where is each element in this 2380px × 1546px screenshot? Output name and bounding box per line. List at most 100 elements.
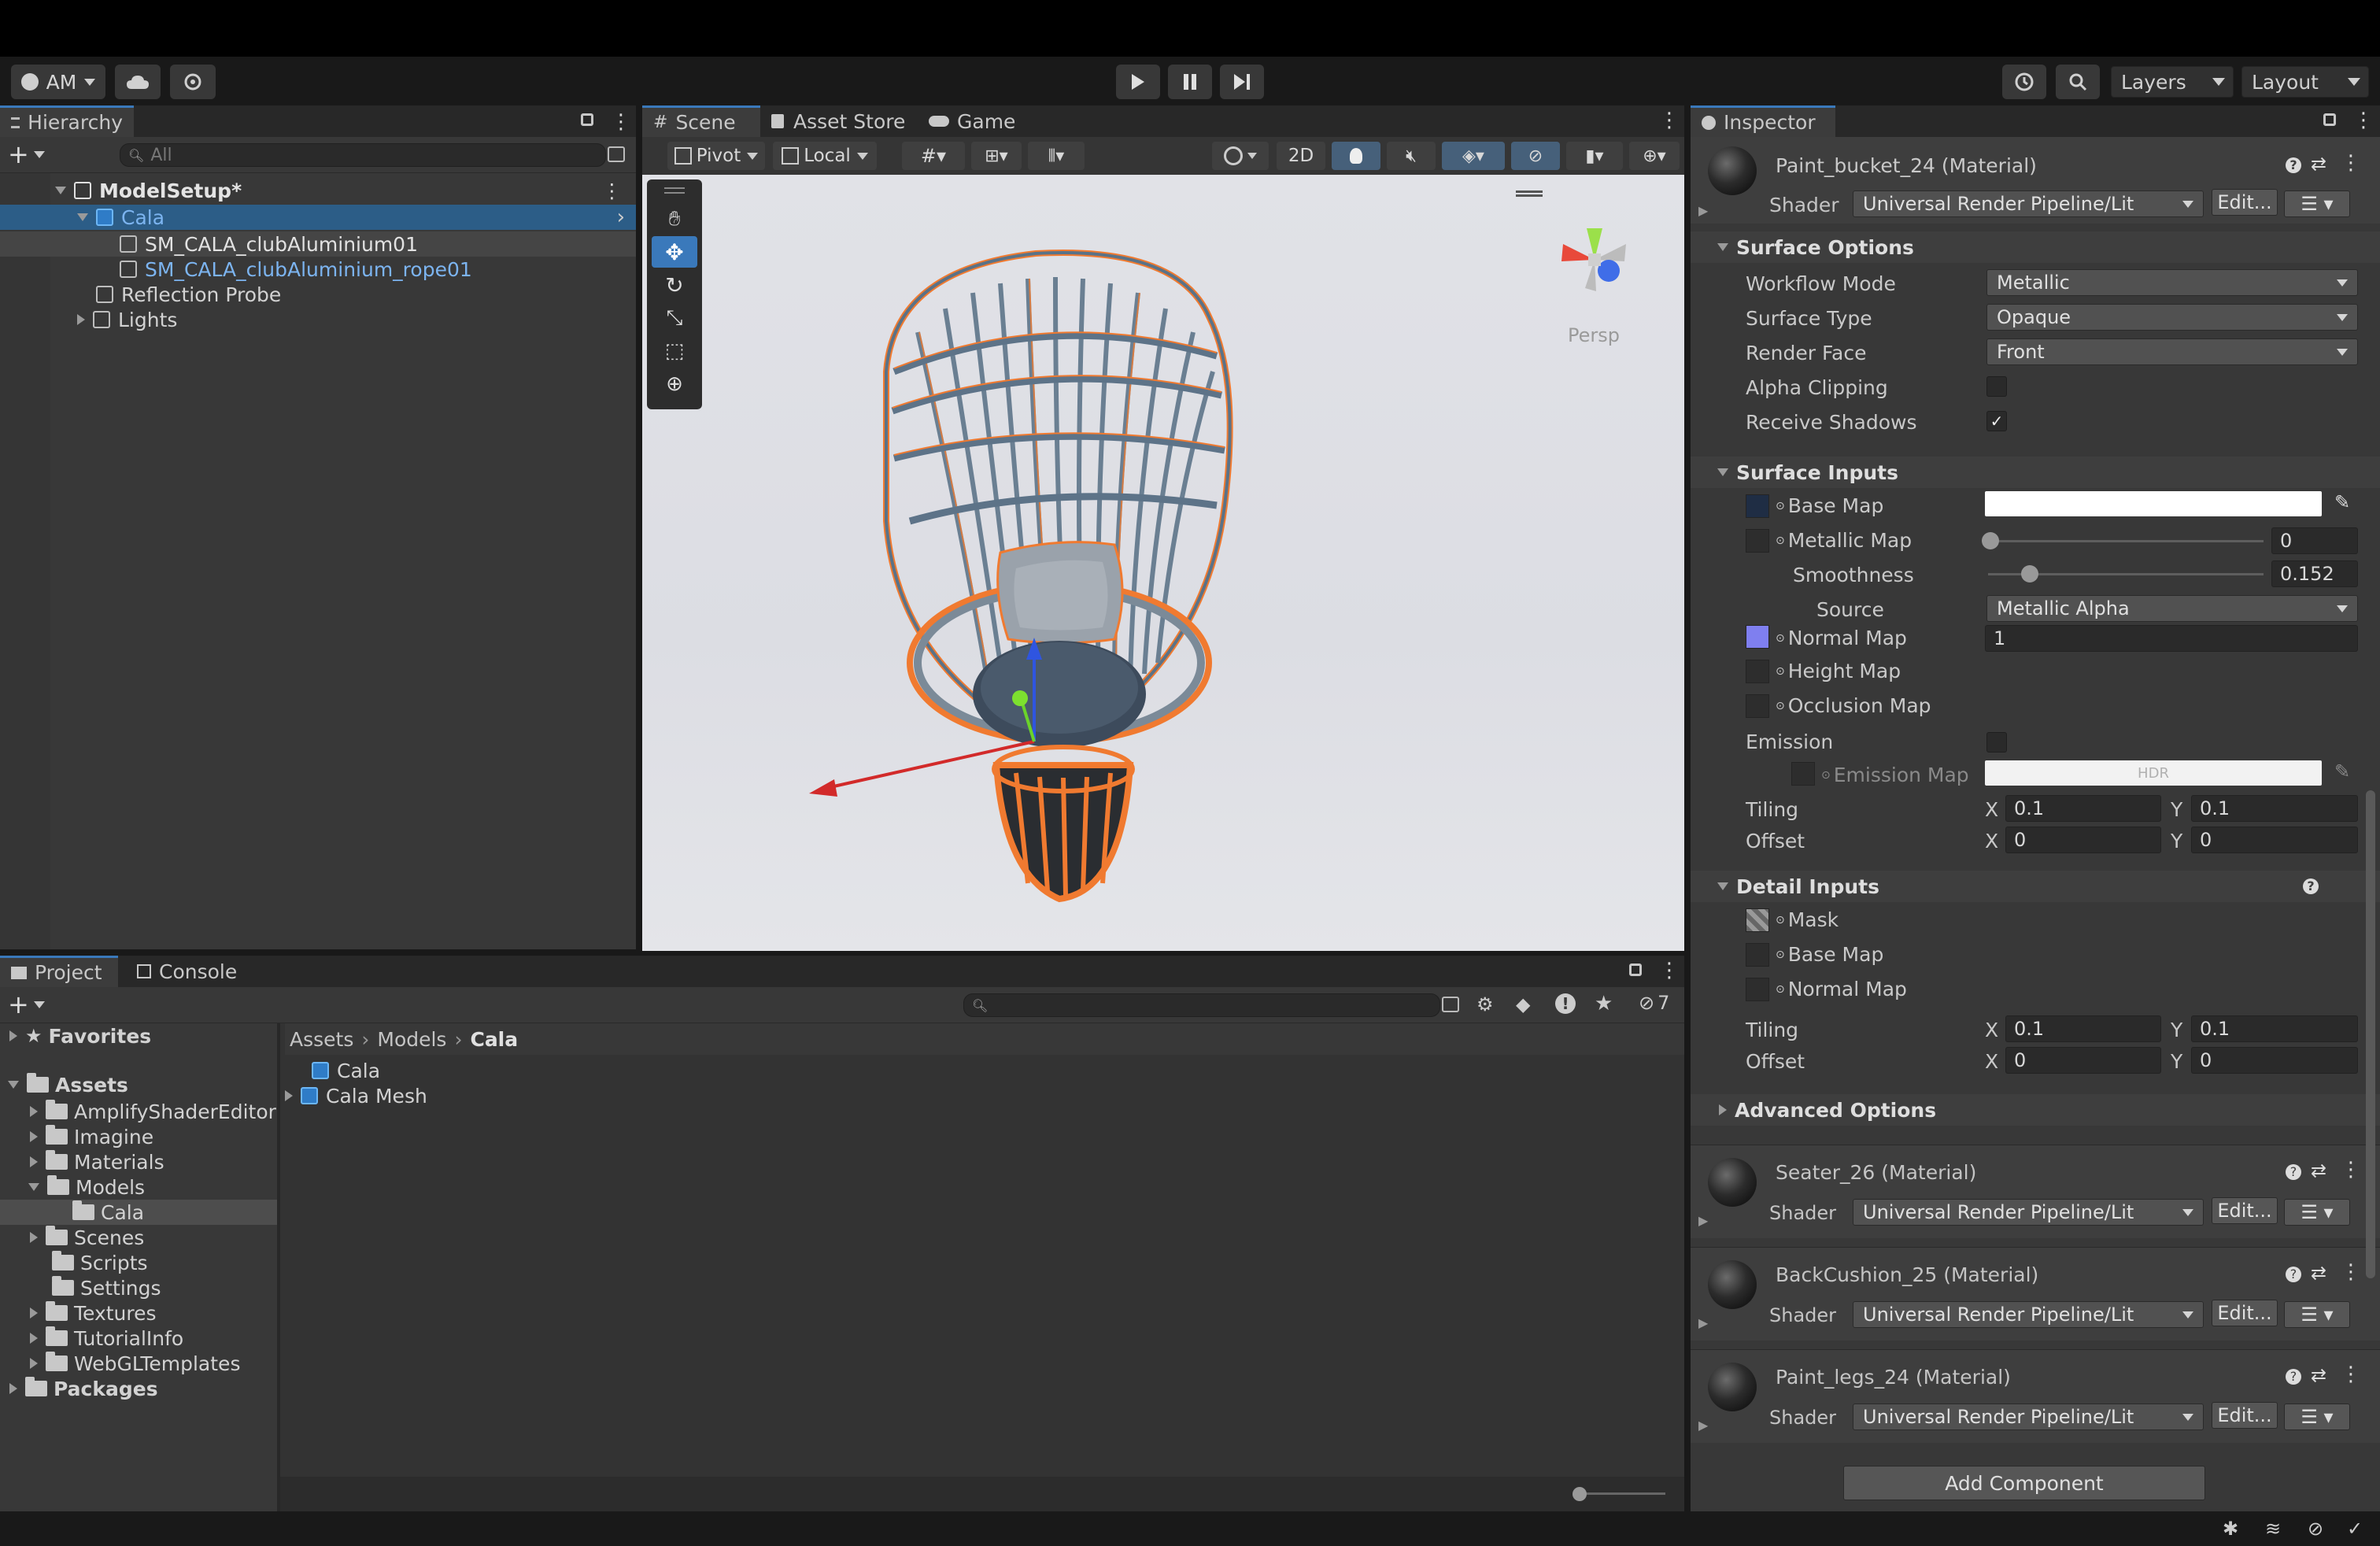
eyedropper-icon[interactable]: ✎ [2334,491,2350,513]
local-dropdown[interactable]: Local [773,142,877,170]
height-map-texture-slot[interactable] [1746,660,1769,683]
hidden-packages-toggle[interactable]: ⊘ 7 [1639,992,1669,1014]
filter-by-label-icon[interactable]: ◆ [1516,993,1530,1015]
folder-tutorialinfo[interactable]: TutorialInfo [0,1326,183,1351]
folder-textures[interactable]: Textures [0,1300,157,1326]
folder-scenes[interactable]: Scenes [0,1225,144,1250]
pause-button[interactable] [1168,65,1212,99]
chair-model[interactable] [800,222,1398,946]
folder-imagine[interactable]: Imagine [0,1124,153,1149]
material-options-button[interactable]: ☰ ▾ [2284,1404,2350,1430]
folder-amplify[interactable]: AmplifyShaderEditor [0,1099,276,1124]
create-asset-button[interactable]: + [8,989,52,1019]
favorites-star-icon[interactable]: ★ [1595,992,1613,1015]
surface-type-dropdown[interactable]: Opaque [1986,304,2358,331]
tab-scene[interactable]: # Scene [642,105,760,137]
folder-cala[interactable]: Cala [0,1200,277,1225]
asset-item-cala-mesh[interactable]: Cala Mesh [280,1083,427,1108]
breadcrumb-cala[interactable]: Cala [470,1028,518,1051]
tab-inspector[interactable]: Inspector [1691,105,1835,137]
surface-inputs-header[interactable]: Surface Inputs [1691,457,2380,488]
edit-shader-button[interactable]: Edit... [2212,189,2278,216]
folder-webgltemplates[interactable]: WebGLTemplates [0,1351,240,1376]
edit-shader-button[interactable]: Edit... [2212,1402,2278,1429]
scene-visibility-icon[interactable] [608,146,625,162]
preset-icon[interactable]: ⇄ [2311,1160,2326,1182]
foldout-arrow-icon[interactable]: ▶ [1698,203,1708,218]
eyedropper-icon[interactable]: ✎ [2334,760,2350,782]
tab-game[interactable]: Game [918,105,1058,137]
base-map-color-field[interactable] [1985,491,2322,516]
emission-map-texture-slot[interactable] [1791,762,1815,786]
asset-item-cala[interactable]: Cala [304,1058,380,1083]
hand-tool-button[interactable]: ✋︎ [652,203,697,235]
grid-snap-button[interactable]: #▾ [902,142,965,170]
pivot-dropdown[interactable]: Pivot [667,142,765,170]
more-options-icon[interactable]: ⋮ [2341,1260,2361,1284]
breadcrumb-assets[interactable]: Assets [290,1028,353,1051]
advanced-options-header[interactable]: Advanced Options [1691,1094,2380,1126]
hierarchy-search-input[interactable]: 🔍︎ All [120,143,606,167]
lock-icon[interactable] [1629,963,1642,976]
normal-map-texture-slot[interactable] [1746,625,1769,649]
rotate-tool-button[interactable]: ↻ [652,269,697,301]
shader-dropdown[interactable]: Universal Render Pipeline/Lit [1853,1199,2204,1226]
emission-checkbox[interactable] [1986,732,2007,753]
step-button[interactable] [1220,65,1264,99]
detail-tiling-x-field[interactable]: 0.1 [2005,1015,2161,1042]
orientation-gizmo[interactable] [1547,213,1642,307]
more-options-icon[interactable]: ⋮ [611,110,631,134]
help-icon[interactable]: ? [2286,1369,2301,1385]
help-icon[interactable]: ? [2286,157,2301,173]
audio-toggle[interactable]: 🔇︎ [1387,142,1436,170]
filter-by-type-icon[interactable]: ⚙ [1476,993,1494,1015]
shader-dropdown[interactable]: Universal Render Pipeline/Lit [1853,1404,2204,1430]
draw-mode-button[interactable] [1212,142,1269,170]
hierarchy-item-reflection-probe[interactable]: Reflection Probe [0,282,636,307]
edit-shader-button[interactable]: Edit... [2212,1300,2278,1326]
layers-dropdown[interactable]: Layers [2111,66,2234,98]
more-options-icon[interactable]: ⋮ [2341,1363,2361,1386]
mask-texture-slot[interactable] [1746,908,1769,932]
shader-dropdown[interactable]: Universal Render Pipeline/Lit [1853,1301,2204,1328]
hierarchy-item-cala[interactable]: Cala › [0,205,636,230]
offset-y-field[interactable]: 0 [2191,827,2358,853]
tab-asset-store[interactable]: Asset Store [760,105,940,137]
detail-normal-map-slot[interactable] [1746,978,1769,1001]
surface-options-header[interactable]: Surface Options [1691,231,2380,263]
occlusion-map-texture-slot[interactable] [1746,694,1769,718]
bug-icon[interactable]: ✱ [2223,1518,2238,1540]
more-options-icon[interactable]: ⋮ [1659,959,1680,982]
check-icon[interactable]: ✓ [2347,1518,2363,1540]
packages-node[interactable]: Packages [0,1376,158,1401]
render-face-dropdown[interactable]: Front [1986,338,2358,365]
workflow-mode-dropdown[interactable]: Metallic [1986,269,2358,296]
icon-size-slider-track[interactable] [1579,1492,1665,1495]
emission-color-field[interactable]: HDR [1985,760,2322,786]
collab-button[interactable] [170,65,216,99]
metallic-value-field[interactable]: 0 [2271,527,2358,554]
folder-scripts[interactable]: Scripts [0,1250,148,1275]
scale-tool-button[interactable]: ⤡ [652,302,697,334]
smoothness-slider-handle[interactable] [2021,565,2039,583]
more-options-icon[interactable]: ⋮ [1659,109,1680,132]
folder-settings[interactable]: Settings [0,1275,161,1300]
help-icon[interactable]: ? [2286,1164,2301,1180]
foldout-arrow-icon[interactable]: ▶ [1698,1213,1708,1228]
network-icon[interactable]: ⊘ [2308,1518,2323,1540]
more-options-icon[interactable]: ⋮ [2341,151,2361,175]
source-dropdown[interactable]: Metallic Alpha [1986,595,2358,622]
material-options-button[interactable]: ☰ ▾ [2284,1199,2350,1226]
icon-size-slider-handle[interactable] [1572,1487,1587,1501]
help-icon[interactable]: ? [2286,1267,2301,1282]
detail-offset-x-field[interactable]: 0 [2005,1047,2161,1074]
create-button[interactable]: + [8,139,52,169]
effects-toggle[interactable]: ◈▾ [1442,142,1505,170]
toggle-2d-button[interactable]: 2D [1277,142,1325,170]
project-search-input[interactable]: 🔍︎ [963,993,1440,1017]
hierarchy-item-clubaluminium[interactable]: SM_CALA_clubAluminium01 [0,231,636,257]
scene-viewport[interactable]: ✋︎ ✥ ↻ ⤡ ⬚ ⊕ Persp [642,175,1684,951]
material-options-button[interactable]: ☰ ▾ [2284,190,2350,217]
more-options-icon[interactable]: ⋮ [602,179,622,202]
detail-inputs-header[interactable]: Detail Inputs ? [1691,871,2380,902]
